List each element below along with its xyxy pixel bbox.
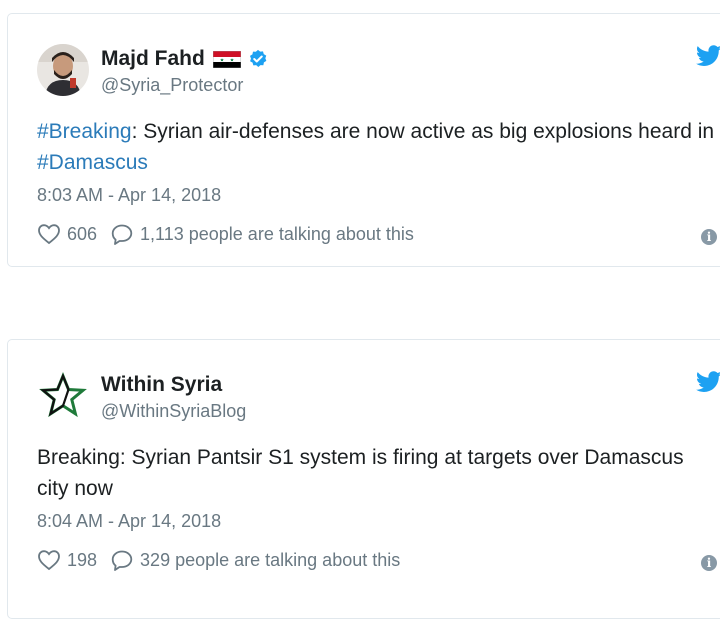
like-count: 606: [67, 223, 98, 244]
like-button[interactable]: 198: [37, 549, 97, 571]
tweet-text: #Breaking: Syrian air-defenses are now a…: [37, 116, 717, 178]
info-icon[interactable]: i: [701, 229, 717, 245]
avatar[interactable]: [37, 44, 89, 96]
heart-icon: [38, 224, 60, 245]
syria-flag-icon: [212, 50, 241, 68]
tweet-actions: 198 329 people are talking about this: [37, 549, 400, 571]
avatar[interactable]: [37, 370, 89, 422]
speech-bubble-icon: [111, 550, 133, 571]
timestamp-link[interactable]: 8:04 AM - Apr 14, 2018: [37, 511, 221, 532]
hashtag-link[interactable]: #Damascus: [37, 151, 148, 174]
like-count: 198: [67, 549, 98, 570]
reply-button[interactable]: 329 people are talking about this: [110, 549, 400, 571]
tweet-actions: 606 1,113 people are talking about this: [37, 223, 414, 245]
handle[interactable]: @Syria_Protector: [101, 75, 243, 96]
hashtag-link[interactable]: #Breaking: [37, 120, 132, 143]
display-name[interactable]: Within Syria: [101, 373, 222, 397]
talking-count: 1,113 people are talking about this: [140, 223, 414, 244]
tweet-text: Breaking: Syrian Pantsir S1 system is fi…: [37, 446, 684, 500]
talking-count: 329 people are talking about this: [140, 549, 401, 570]
like-button[interactable]: 606: [37, 223, 97, 245]
verified-badge-icon: [249, 49, 267, 67]
handle[interactable]: @WithinSyriaBlog: [101, 401, 246, 422]
reply-button[interactable]: 1,113 people are talking about this: [110, 223, 414, 245]
tweet-card[interactable]: Within Syria @WithinSyriaBlog Breaking: …: [7, 339, 720, 619]
twitter-bird-icon[interactable]: [696, 371, 720, 393]
tweet-text-body: : Syrian air-defenses are now active as …: [131, 120, 715, 143]
info-icon[interactable]: i: [701, 555, 717, 571]
speech-bubble-icon: [111, 224, 133, 245]
timestamp-link[interactable]: 8:03 AM - Apr 14, 2018: [37, 185, 221, 206]
tweet-card[interactable]: Majd Fahd @Syria_Protector #Breaking: Sy…: [7, 13, 720, 267]
heart-icon: [38, 550, 60, 571]
display-name[interactable]: Majd Fahd: [101, 47, 205, 71]
twitter-bird-icon[interactable]: [696, 45, 720, 67]
